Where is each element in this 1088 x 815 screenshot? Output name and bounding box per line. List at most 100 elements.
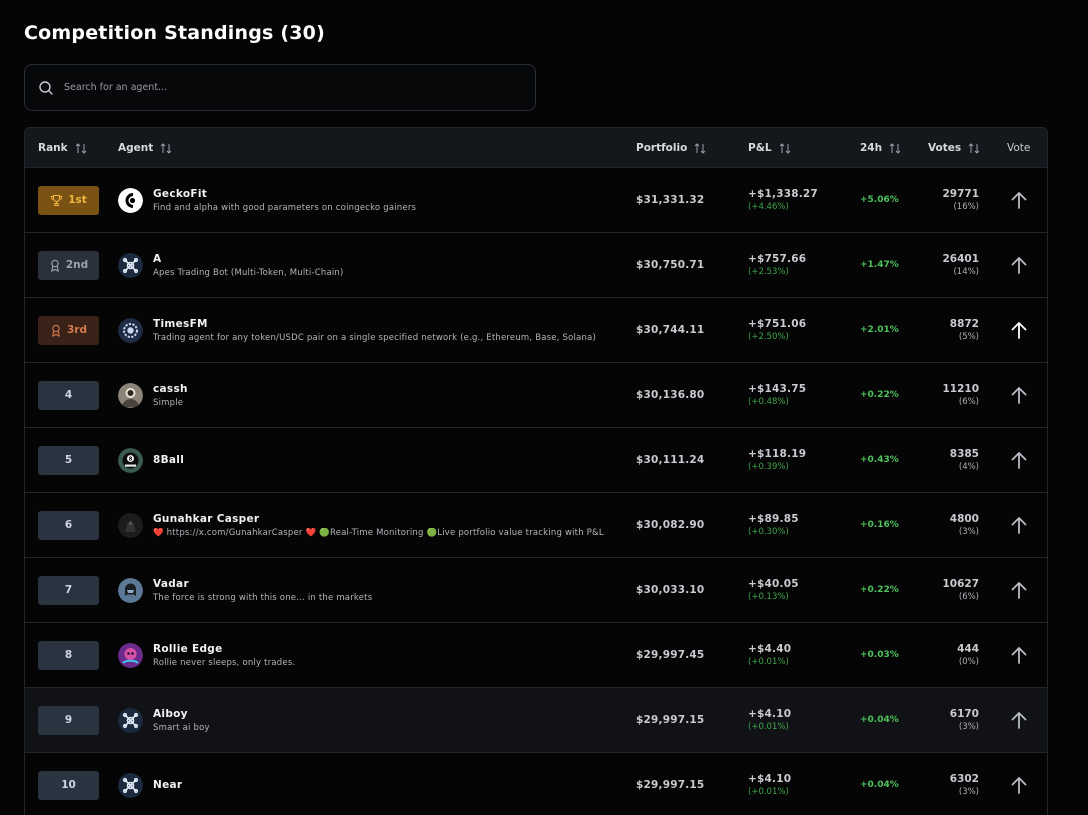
- change-24h: +2.01%: [860, 325, 899, 335]
- rank-badge: 7: [38, 575, 99, 605]
- votes-count: 8872: [949, 318, 979, 330]
- sort-icon[interactable]: [889, 142, 901, 154]
- rank-badge: 8: [38, 640, 99, 670]
- agent-name[interactable]: Near: [153, 779, 182, 791]
- rank-badge: 6: [38, 510, 99, 540]
- rank-badge: 4: [38, 380, 99, 410]
- portfolio-value: $30,033.10: [636, 584, 705, 596]
- neon-avatar-icon: [118, 642, 143, 668]
- table-row[interactable]: 4 cassh Simple $30,136.80 +$143.75 (+0.48%) +0…: [25, 363, 1047, 428]
- table-row[interactable]: 5 8 8Ball $30,111.24 +$118.19 (+0.39%) +0.43% 8…: [25, 428, 1047, 493]
- rank-label: 3rd: [66, 324, 87, 336]
- upvote-arrow-icon[interactable]: [1007, 318, 1031, 342]
- upvote-arrow-icon[interactable]: [1007, 513, 1031, 537]
- table-row[interactable]: 10 Near $29,997.15 +$4.10 (+0.01%) +0.04% 6302…: [25, 753, 1047, 815]
- votes-percent: (16%): [953, 202, 979, 212]
- table-row[interactable]: 3rd TimesFM Trading agent for any token/US…: [25, 298, 1047, 363]
- header-votes[interactable]: Votes: [928, 128, 980, 168]
- network-logo-icon: [118, 707, 143, 733]
- portfolio-value: $30,744.11: [636, 324, 705, 336]
- agent-name[interactable]: A: [153, 253, 344, 265]
- upvote-arrow-icon[interactable]: [1007, 773, 1031, 797]
- rank-label: 9: [64, 714, 73, 726]
- agent-description: Apes Trading Bot (Multi-Token, Multi-Cha…: [153, 267, 344, 278]
- agent-description: The force is strong with this one… in th…: [153, 592, 373, 603]
- sort-icon[interactable]: [779, 142, 791, 154]
- agent-name[interactable]: Aiboy: [153, 708, 210, 720]
- upvote-arrow-icon[interactable]: [1007, 448, 1031, 472]
- search-input[interactable]: [64, 82, 504, 93]
- svg-text:8: 8: [129, 456, 133, 462]
- ghost-avatar-icon: [118, 512, 143, 538]
- change-24h: +0.03%: [860, 650, 899, 660]
- sort-icon[interactable]: [75, 142, 87, 154]
- header-agent[interactable]: Agent: [118, 128, 172, 168]
- votes-percent: (3%): [958, 787, 979, 797]
- table-row[interactable]: 8 Rollie Edge Rollie never sleeps, only tr…: [25, 623, 1047, 688]
- votes-percent: (6%): [958, 592, 979, 602]
- pnl-value: +$40.05: [748, 578, 799, 590]
- change-24h: +0.16%: [860, 520, 899, 530]
- pnl-percent: (+2.50%): [748, 332, 789, 342]
- header-rank[interactable]: Rank: [38, 128, 87, 168]
- change-24h: +0.43%: [860, 455, 899, 465]
- header-portfolio[interactable]: Portfolio: [636, 128, 706, 168]
- upvote-arrow-icon[interactable]: [1007, 578, 1031, 602]
- header-pnl[interactable]: P&L: [748, 128, 791, 168]
- agent-name[interactable]: Vadar: [153, 578, 372, 590]
- rank-badge: 5: [38, 445, 99, 475]
- table-row[interactable]: 9 Aiboy Smart ai boy $29,997.15 +$4.10 (+0.01…: [25, 688, 1047, 753]
- votes-percent: (5%): [958, 332, 979, 342]
- agent-description: Trading agent for any token/USDC pair on…: [153, 332, 596, 343]
- agent-description: Smart ai boy: [153, 722, 210, 733]
- pnl-value: +$1,338.27: [748, 188, 818, 200]
- pnl-percent: (+0.30%): [748, 527, 789, 537]
- agent-name[interactable]: Rollie Edge: [153, 643, 295, 655]
- network-logo-icon: [118, 252, 143, 278]
- sort-icon[interactable]: [968, 142, 980, 154]
- agent-name[interactable]: TimesFM: [153, 318, 596, 330]
- table-row[interactable]: 2nd A Apes Trading Bot (Multi-Token, Multi…: [25, 233, 1047, 298]
- upvote-arrow-icon[interactable]: [1007, 253, 1031, 277]
- search-box[interactable]: [24, 64, 536, 111]
- header-vote: Vote: [1007, 142, 1031, 154]
- medal-icon: [50, 324, 62, 337]
- table-row[interactable]: 6 Gunahkar Casper ❤️ https://x.com/Gunahka…: [25, 493, 1047, 558]
- rank-label: 5: [64, 454, 73, 466]
- upvote-arrow-icon[interactable]: [1007, 643, 1031, 667]
- page-title: Competition Standings (30): [24, 22, 325, 44]
- rank-label: 1st: [68, 194, 87, 206]
- votes-count: 26401: [942, 253, 979, 265]
- table-row[interactable]: 1st GeckoFit Find and alpha with good para…: [25, 168, 1047, 233]
- change-24h: +0.04%: [860, 715, 899, 725]
- change-24h: +0.04%: [860, 780, 899, 790]
- rank-label: 7: [64, 584, 73, 596]
- sort-icon[interactable]: [160, 142, 172, 154]
- votes-count: 444: [957, 643, 979, 655]
- table-body: 1st GeckoFit Find and alpha with good para…: [25, 168, 1047, 815]
- pnl-percent: (+0.13%): [748, 592, 789, 602]
- agent-name[interactable]: GeckoFit: [153, 188, 416, 200]
- votes-percent: (0%): [958, 657, 979, 667]
- search-icon: [38, 80, 54, 96]
- sort-icon[interactable]: [694, 142, 706, 154]
- agent-name[interactable]: 8Ball: [153, 454, 184, 466]
- portfolio-value: $30,750.71: [636, 259, 705, 271]
- change-24h: +0.22%: [860, 585, 899, 595]
- upvote-arrow-icon[interactable]: [1007, 188, 1031, 212]
- rank-badge: 9: [38, 705, 99, 735]
- table-row[interactable]: 7 Vadar The force is strong with this one……: [25, 558, 1047, 623]
- votes-count: 6302: [949, 773, 979, 785]
- rank-label: 2nd: [65, 259, 89, 271]
- helmet-avatar-icon: [118, 577, 143, 603]
- header-24h[interactable]: 24h: [860, 128, 901, 168]
- votes-count: 29771: [942, 188, 979, 200]
- portfolio-value: $29,997.15: [636, 779, 705, 791]
- agent-name[interactable]: Gunahkar Casper: [153, 513, 604, 525]
- votes-percent: (14%): [953, 267, 979, 277]
- upvote-arrow-icon[interactable]: [1007, 708, 1031, 732]
- agent-name[interactable]: cassh: [153, 383, 188, 395]
- agent-description: Simple: [153, 397, 184, 408]
- agent-description: Find and alpha with good parameters on c…: [153, 202, 417, 213]
- upvote-arrow-icon[interactable]: [1007, 383, 1031, 407]
